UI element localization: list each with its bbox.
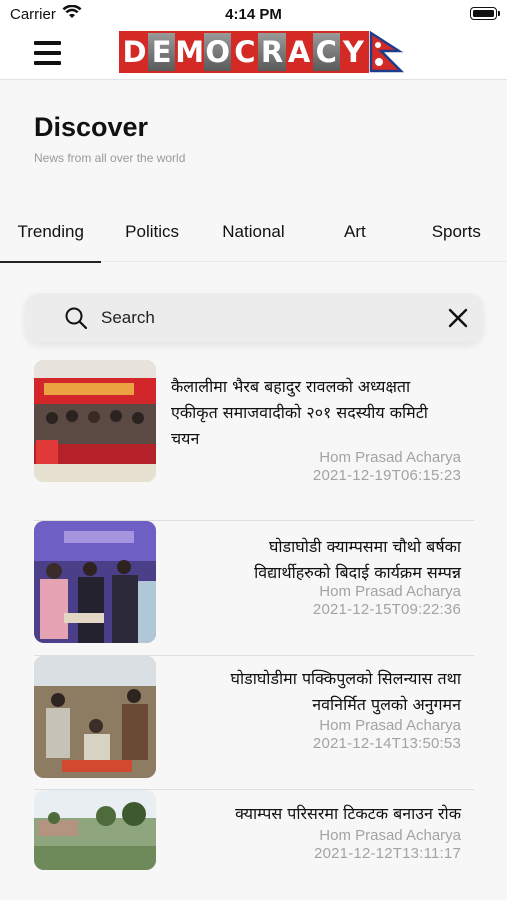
news-date: 2021-12-14T13:50:53 [312, 735, 461, 752]
news-item[interactable]: कैलालीमा भैरब बहादुर रावलको अध्यक्षता एक… [34, 360, 474, 521]
logo-letter: E [148, 33, 176, 71]
news-date: 2021-12-12T13:11:17 [314, 845, 461, 862]
logo-letter: Y [339, 33, 367, 71]
news-author: Hom Prasad Acharya [319, 583, 461, 600]
news-item[interactable]: घोडाघोडीमा पक्किपुलको सिलन्यास तथा नवनिर… [34, 656, 474, 790]
status-bar: Carrier 4:14 PM [0, 0, 507, 28]
menu-icon[interactable] [34, 41, 61, 65]
clock: 4:14 PM [225, 6, 282, 23]
news-item[interactable]: क्याम्पस परिसरमा टिकटक बनाउन रोक Hom Pra… [34, 790, 474, 870]
search-input[interactable] [101, 303, 431, 333]
logo-letter: O [204, 33, 232, 71]
battery-icon [470, 7, 500, 20]
news-author: Hom Prasad Acharya [319, 827, 461, 844]
page-subtitle: News from all over the world [34, 151, 186, 165]
tab-politics[interactable]: Politics [101, 210, 202, 262]
search-bar [25, 293, 483, 343]
logo-letter: A [285, 33, 313, 71]
news-headline: क्याम्पस परिसरमा टिकटक बनाउन रोक [235, 804, 461, 823]
category-tabs: Trending Politics National Art Sports [0, 210, 507, 263]
logo-letter: D [121, 33, 149, 71]
news-date: 2021-12-15T09:22:36 [312, 601, 461, 618]
news-thumbnail [34, 656, 156, 778]
democracy-logo: D E M O C R A C Y [119, 31, 404, 73]
page-title: Discover [34, 112, 149, 142]
nepal-flag-icon [369, 31, 404, 73]
tab-sports[interactable]: Sports [406, 210, 507, 262]
tab-trending[interactable]: Trending [0, 210, 102, 263]
news-thumbnail [34, 360, 156, 482]
logo-letter: C [312, 33, 340, 71]
news-headline: कैलालीमा भैरब बहादुर रावलको अध्यक्षता एक… [171, 377, 428, 448]
news-thumbnail [34, 521, 156, 643]
logo-letter: C [231, 33, 259, 71]
news-author: Hom Prasad Acharya [319, 717, 461, 734]
news-headline: घोडाघोडीमा पक्किपुलको सिलन्यास तथा नवनिर… [230, 669, 461, 714]
logo-letter: R [258, 33, 286, 71]
news-headline: घोडाघोडी क्याम्पसमा चौथो बर्षका विद्यार्… [254, 537, 461, 582]
navbar: D E M O C R A C Y [0, 28, 507, 80]
tab-national[interactable]: National [203, 210, 304, 262]
news-thumbnail [34, 790, 156, 870]
news-date: 2021-12-19T06:15:23 [312, 467, 461, 484]
logo-letter: M [175, 33, 205, 71]
search-icon [65, 307, 87, 329]
news-item[interactable]: घोडाघोडी क्याम्पसमा चौथो बर्षका विद्यार्… [34, 521, 474, 656]
close-icon[interactable] [447, 307, 469, 329]
tab-art[interactable]: Art [304, 210, 405, 262]
news-author: Hom Prasad Acharya [319, 449, 461, 466]
